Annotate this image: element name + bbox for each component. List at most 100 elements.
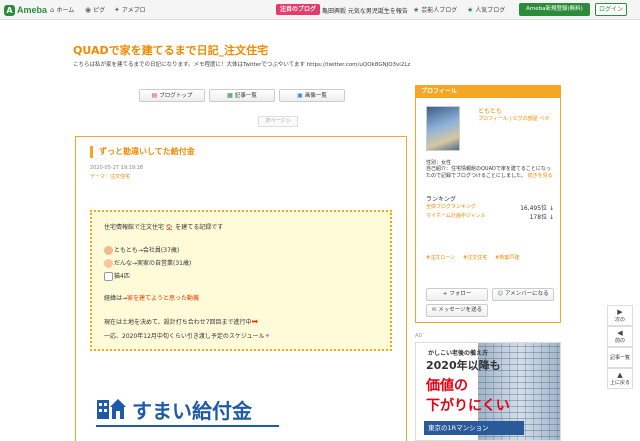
app-icon: ✦ [114, 5, 120, 14]
hashtag[interactable]: #新築戸建 [495, 254, 519, 261]
ranking-genre[interactable]: マイホーム計画中ジャンル 178位 ↓ [426, 212, 554, 221]
profile-header: プロフィール [416, 86, 560, 98]
star-icon: ★ [413, 5, 420, 14]
right-arrow-icon: ➡ [251, 317, 259, 326]
banner-title: すまい給付金 [132, 399, 252, 423]
blog-title[interactable]: QUADで家を建てるまで日記_注文住宅 [73, 42, 268, 58]
next-article-label: 次の [614, 317, 625, 323]
reason-line: 経緯は→家を建てようと思った動機 [104, 293, 199, 302]
image-list-label: 画像一覧 [304, 93, 327, 99]
profile-card: プロフィール ともとも プロフィール | ピグの部屋 ペタ 性別：女性 自己紹介… [415, 85, 561, 323]
hashtag-list: #注文ローン #注文住宅 #新築戸建 [426, 254, 519, 261]
prev-article-icon: ◀ [617, 329, 623, 337]
ameba-logo-icon: A [4, 4, 15, 16]
ranking-overall-value: 16,495位 ↓ [520, 205, 554, 212]
ad-line-1: かしこい老後の備え方 [428, 350, 489, 357]
member-cats: 猫4匹 [104, 271, 130, 281]
reason-prefix: 経緯は→ [104, 295, 128, 302]
global-header: A Ameba ⌂ ホーム ◉ ピグ ✦ アメブロ 注目のブログ 亀田興毅 元気… [0, 0, 640, 20]
next-article-icon: ▶ [617, 308, 623, 316]
blog-description: こちらは私が家を建てるまでの日記になります。メモ程度に！大体はTwitterでつ… [73, 62, 411, 68]
featured-blog-link[interactable]: 亀田興毅 元気な男児誕生を報告 [322, 6, 408, 15]
article-list-label: 記事一覧 [234, 93, 257, 99]
nav-celebrity-blogs[interactable]: ★ 芸能人ブログ [413, 5, 458, 15]
user-icon: ☺ [497, 291, 505, 297]
schedule-line: 一応、2020年12月中旬くらい引き渡し予定のスケジュール✦ [104, 331, 270, 340]
nav-ameblo[interactable]: ✦ アメブロ [114, 5, 146, 15]
nav-home-label: ホーム [56, 7, 75, 14]
profile-gender: 性別：女性 [426, 160, 452, 166]
reason-link[interactable]: 家を建てようと思った動機 [127, 295, 199, 302]
article-list-float-button[interactable]: 記事一覧 [607, 347, 633, 368]
status-line: 現在は土地を決めて、設計打ち合わせ7回目まで進行中➡ [104, 317, 258, 326]
blog-top-label: ブログトップ [159, 93, 193, 99]
article-list-float-label: 記事一覧 [609, 355, 630, 361]
ameba-logo[interactable]: A Ameba [4, 3, 47, 17]
profile-links[interactable]: プロフィール | ピグの部屋 ペタ [478, 116, 556, 123]
intro-box: 住宅情報館で注文住宅 🏠 を建てる記録です ともとも→会社員(37歳) だんな→… [90, 210, 392, 351]
article-list-button[interactable]: ▦ 記事一覧 [209, 89, 275, 102]
sparkle-icon: ✦ [264, 332, 271, 340]
status-text: 現在は土地を決めて、設計打ち合わせ7回目まで進行中 [104, 319, 252, 326]
article: ずっと勘違いしてた給付金 2020-05-27 19:19:28 テーマ：注文住… [75, 136, 407, 441]
profile-avatar[interactable] [426, 106, 460, 151]
back-to-top-label: 上に戻る [609, 380, 630, 386]
ad-label: AD [415, 333, 423, 339]
amember-button[interactable]: ☺ アメンバーになる [492, 288, 554, 301]
cat-icon [104, 272, 113, 281]
blog-nav: ▤ ブログトップ ▦ 記事一覧 ▣ 画像一覧 [139, 89, 345, 102]
message-button[interactable]: ✉ メッセージを送る [426, 304, 488, 317]
featured-blog-badge: 注目のブログ [276, 4, 321, 15]
ad-line-2: 2020年以降も [426, 359, 501, 372]
ad-line-3: 価値の [426, 378, 468, 394]
man-face-icon [104, 246, 113, 255]
article-theme[interactable]: テーマ：注文住宅 [90, 173, 130, 180]
house-building-icon [97, 399, 126, 419]
nav-popular-blogs[interactable]: ★ 人気ブログ [467, 5, 506, 15]
nav-ameblo-label: アメブロ [121, 7, 146, 14]
ameba-logo-text: Ameba [17, 5, 48, 15]
nav-popular-blogs-label: 人気ブログ [475, 7, 506, 14]
signup-button[interactable]: Ameba新規登録(無料) [519, 3, 590, 16]
login-button[interactable]: ログイン [595, 3, 627, 16]
home-icon: ⌂ [50, 5, 55, 14]
schedule-text: 一応、2020年12月中旬くらい引き渡し予定のスケジュール [104, 333, 265, 340]
ranking-overall[interactable]: 全体ブログランキング 16,495位 ↓ [426, 203, 554, 212]
prev-article-button[interactable]: ◀ 前の [607, 326, 633, 347]
hashtag[interactable]: #注文住宅 [463, 254, 487, 261]
next-article-button[interactable]: ▶ 次の [607, 305, 633, 326]
profile-intro: 自己紹介：住宅情報館のQUADで家を建てることになったので記録でブログつけること… [426, 166, 554, 179]
member-husband: ともとも→会社員(37歳) [104, 245, 179, 255]
image-list-button[interactable]: ▣ 画像一覧 [279, 89, 345, 102]
ranking-genre-label: マイホーム計画中ジャンル [426, 213, 486, 219]
hashtag[interactable]: #注文ローン [426, 254, 455, 261]
article-title[interactable]: ずっと勘違いしてた給付金 [90, 146, 195, 158]
nav-pigg[interactable]: ◉ ピグ [85, 5, 106, 15]
ranking-genre-value: 178位 ↓ [529, 214, 554, 221]
member-wife-text: だんな→実家の自営業(31歳) [114, 260, 192, 267]
member-husband-text: ともとも→会社員(37歳) [114, 247, 180, 254]
follow-button[interactable]: + フォロー [426, 288, 488, 301]
profile-name[interactable]: ともとも [478, 106, 502, 115]
nav-pigg-label: ピグ [93, 7, 106, 14]
floating-nav: ▶ 次の ◀ 前の 記事一覧 ▲ 上に戻る [607, 305, 633, 389]
article-date: 2020-05-27 19:19:28 [90, 165, 144, 171]
nav-home[interactable]: ⌂ ホーム [50, 5, 75, 15]
image-icon: ▣ [297, 92, 303, 99]
follow-label: フォロー [449, 291, 472, 297]
profile-more-link[interactable]: 続きを見る [528, 173, 553, 179]
next-page-button[interactable]: 次ページ ▷ [258, 116, 298, 127]
pigg-icon: ◉ [85, 5, 92, 14]
ranking-overall-label: 全体ブログランキング [426, 204, 476, 210]
back-to-top-button[interactable]: ▲ 上に戻る [607, 368, 633, 389]
ranking-header: ランキング [426, 196, 456, 203]
list-icon: ▦ [227, 92, 233, 99]
nav-celebrity-blogs-label: 芸能人ブログ [421, 7, 458, 14]
intro-text: 住宅情報館で注文住宅 🏠 を建てる記録です [104, 224, 224, 231]
member-cats-text: 猫4匹 [114, 273, 130, 280]
blog-top-button[interactable]: ▤ ブログトップ [139, 89, 205, 102]
message-label: メッセージを送る [438, 307, 483, 313]
ad-line-4: 下がりにくい [426, 398, 510, 414]
ad-banner[interactable]: かしこい老後の備え方 2020年以降も 価値の 下がりにくい 東京の1Rマンショ… [415, 342, 561, 441]
up-icon: ▲ [617, 371, 623, 379]
